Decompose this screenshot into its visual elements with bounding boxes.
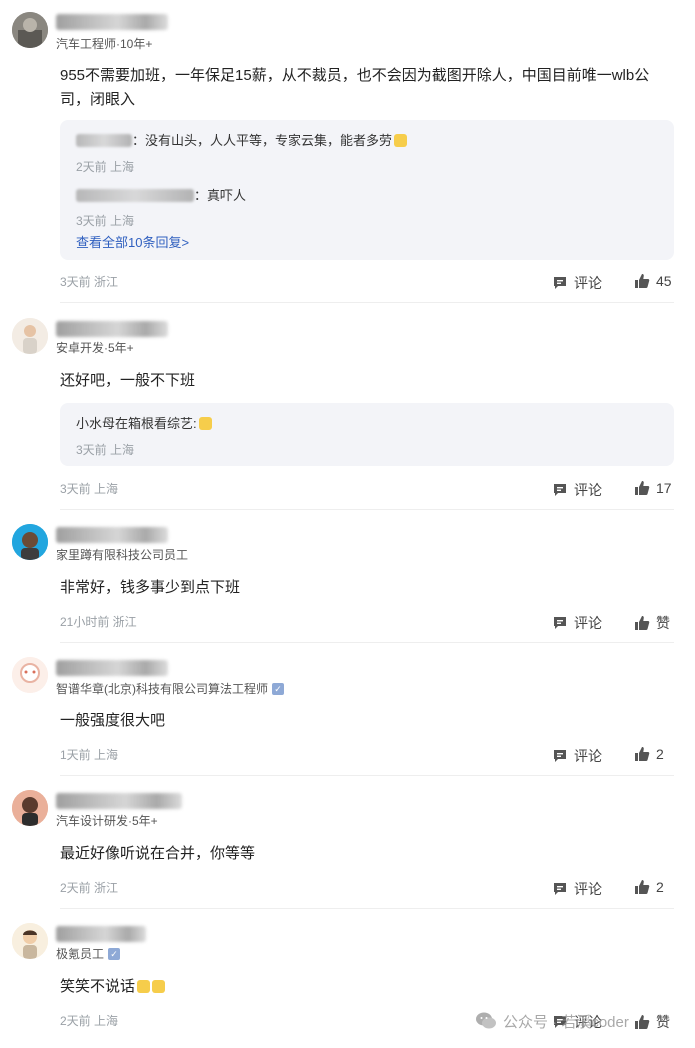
comment-icon (554, 750, 566, 762)
divider (60, 908, 674, 909)
emoji-icon (198, 417, 212, 430)
view-all-replies-link[interactable]: 查看全部10条回复> (76, 232, 189, 251)
like-button[interactable]: 17 (634, 480, 672, 496)
user-meta: 安卓开发·5年+ (56, 341, 134, 355)
user-meta: 智谱华章(北京)科技有限公司算法工程师 ✓ (56, 682, 284, 696)
reply-box: ：没有山头，人人平等，专家云集，能者多劳 2天前 上海 ：真吓人 3天前 上海 … (60, 120, 674, 260)
reply-time: 3天前 上海 (76, 443, 135, 457)
emoji-icon (394, 134, 408, 147)
verified-icon: ✓ (108, 948, 121, 960)
comment-time: 2天前 浙江 (60, 881, 119, 895)
reply-button[interactable]: 评论 (552, 879, 602, 899)
wechat-icon (476, 1012, 496, 1029)
like-button[interactable]: 2 (634, 879, 664, 895)
thumbs-up-icon (635, 274, 650, 288)
comment-text: 一般强度很大吧 (60, 712, 166, 729)
comment-text: 最近好像听说在合并，你等等 (60, 845, 256, 862)
thumbs-up-icon (635, 880, 650, 894)
thumbs-up-icon (635, 1015, 650, 1029)
reply-button[interactable]: 评论 (552, 273, 602, 293)
reply-author-blurred (76, 189, 194, 202)
reply-item[interactable]: ：没有山头，人人平等，专家云集，能者多劳 (76, 130, 408, 149)
comment-time: 2天前 上海 (60, 1014, 119, 1028)
user-meta: 汽车工程师·10年+ (56, 37, 153, 51)
verified-icon: ✓ (272, 683, 284, 695)
reply-button[interactable]: 评论 (552, 613, 602, 633)
comment-text: 笑笑不说话 (60, 975, 675, 999)
divider (60, 509, 674, 510)
reply-button[interactable]: 评论 (552, 746, 602, 766)
username-blurred[interactable] (56, 926, 146, 942)
reply-item[interactable]: 小水母在箱根看综艺: (76, 413, 212, 432)
like-button[interactable]: 赞 (634, 1012, 670, 1032)
like-button[interactable]: 2 (634, 746, 664, 762)
avatar[interactable] (12, 790, 48, 826)
reply-item[interactable]: ：真吓人 (76, 185, 246, 204)
emoji-icon (137, 980, 151, 993)
comment-text: 还好吧，一般不下班 (60, 372, 196, 389)
divider (60, 302, 674, 303)
comment-icon (554, 277, 566, 289)
avatar[interactable] (12, 923, 48, 959)
avatar[interactable] (12, 657, 48, 693)
reply-time: 3天前 上海 (76, 214, 135, 228)
divider (60, 642, 674, 643)
avatar[interactable] (12, 12, 48, 48)
like-button[interactable]: 赞 (634, 613, 670, 633)
thumbs-up-icon (635, 747, 650, 761)
comment-icon (554, 484, 566, 496)
comment-icon (554, 617, 566, 629)
username-blurred[interactable] (56, 321, 168, 337)
username-blurred[interactable] (56, 527, 168, 543)
comment-text: 955不需要加班，一年保足15薪，从不裁员，也不会因为截图开除人，中国目前唯一w… (60, 67, 650, 108)
username-blurred[interactable] (56, 793, 182, 809)
thumbs-up-icon (635, 481, 650, 495)
reply-time: 2天前 上海 (76, 160, 135, 174)
watermark: 公众号 · 若溪coder (475, 1010, 629, 1032)
emoji-icon (152, 980, 166, 993)
username-blurred[interactable] (56, 14, 168, 30)
reply-button[interactable]: 评论 (552, 480, 602, 500)
avatar[interactable] (12, 318, 48, 354)
comment-time: 3天前 浙江 (60, 275, 119, 289)
username-blurred[interactable] (56, 660, 168, 676)
reply-box: 小水母在箱根看综艺: 3天前 上海 (60, 403, 674, 466)
comment-text: 非常好，钱多事少到点下班 (60, 579, 241, 596)
avatar[interactable] (12, 524, 48, 560)
comment-time: 1天前 上海 (60, 748, 119, 762)
reply-author-blurred (76, 134, 132, 147)
comment-time: 21小时前 浙江 (60, 615, 137, 629)
user-meta: 极氪员工 ✓ (56, 947, 121, 961)
like-button[interactable]: 45 (634, 273, 672, 289)
comment-icon (554, 883, 566, 895)
thumbs-up-icon (635, 616, 650, 630)
user-meta: 汽车设计研发·5年+ (56, 814, 158, 828)
divider (60, 775, 674, 776)
user-meta: 家里蹲有限科技公司员工 (56, 548, 189, 562)
comment-time: 3天前 上海 (60, 482, 119, 496)
